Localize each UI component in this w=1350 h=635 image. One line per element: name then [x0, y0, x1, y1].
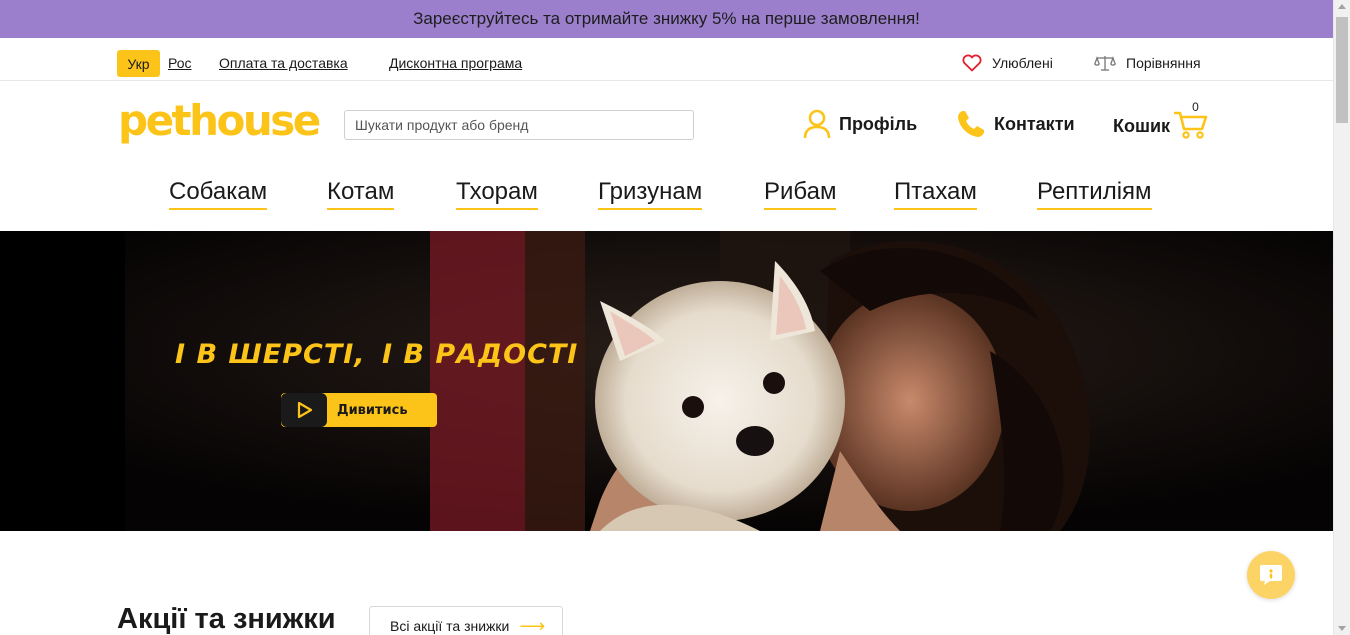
language-ukr-button[interactable]: Укр	[117, 50, 160, 77]
scroll-thumb[interactable]	[1336, 17, 1348, 123]
scroll-up-icon[interactable]	[1338, 4, 1346, 9]
pethouse-logo[interactable]: pethouse	[118, 100, 321, 142]
profile-link[interactable]: Профіль	[803, 109, 917, 139]
nav-item-ferrets[interactable]: Тхорам	[456, 178, 538, 211]
nav-item-cats[interactable]: Котам	[327, 178, 395, 211]
watch-video-button[interactable]: Дивитись	[281, 393, 437, 427]
play-icon	[281, 393, 327, 427]
cart-count-badge: 0	[1192, 100, 1199, 114]
hero-headline: І В ШЕРСТІ, І В РАДОСТІ	[175, 339, 578, 370]
hero-headline-part-2: І В РАДОСТІ	[381, 339, 579, 370]
heart-icon	[962, 54, 982, 72]
language-ros-link[interactable]: Рос	[168, 55, 192, 71]
compare-link[interactable]: Порівняння	[1094, 54, 1201, 72]
promos-section-title: Акції та знижки	[117, 603, 336, 635]
compare-label: Порівняння	[1126, 55, 1201, 71]
chat-button[interactable]	[1247, 551, 1295, 599]
phone-icon	[958, 111, 984, 137]
watch-video-label: Дивитись	[337, 402, 408, 418]
favorites-link[interactable]: Улюблені	[962, 54, 1053, 72]
hero-headline-part-1: І В ШЕРСТІ,	[175, 339, 366, 370]
contacts-link[interactable]: Контакти	[956, 109, 1075, 139]
cart-icon	[1173, 111, 1208, 139]
discount-program-link[interactable]: Дисконтна програма	[389, 55, 522, 71]
nav-item-rodents[interactable]: Гризунам	[598, 178, 703, 211]
promo-text: Зареєструйтесь та отримайте знижку 5% на…	[413, 9, 920, 28]
nav-item-dogs[interactable]: Собакам	[169, 178, 268, 211]
arrow-right-icon: ⟶	[519, 615, 546, 635]
search-input[interactable]	[344, 110, 694, 140]
scroll-down-icon[interactable]	[1338, 626, 1346, 631]
contacts-label: Контакти	[994, 113, 1075, 134]
delivery-link[interactable]: Оплата та доставка	[219, 55, 348, 71]
cart-icon-wrap: 0	[1173, 100, 1208, 144]
main-header: pethouse Профіль Контакти Кошик 0	[0, 81, 1333, 171]
chat-bubble-icon	[1260, 565, 1282, 585]
cart-link[interactable]: Кошик 0	[1113, 100, 1208, 144]
top-bar: Укр Рос Оплата та доставка Дисконтна про…	[0, 38, 1333, 81]
promo-banner[interactable]: Зареєструйтесь та отримайте знижку 5% на…	[0, 0, 1333, 38]
hero-banner[interactable]: І В ШЕРСТІ, І В РАДОСТІ Дивитись	[0, 231, 1333, 531]
category-nav: Собакам Котам Тхорам Гризунам Рибам Птах…	[0, 171, 1333, 231]
profile-label: Профіль	[839, 113, 918, 134]
nav-item-birds[interactable]: Птахам	[894, 178, 977, 211]
hero-photo	[0, 231, 1333, 531]
user-icon	[803, 109, 831, 139]
scales-icon	[1094, 56, 1116, 71]
nav-item-reptiles[interactable]: Рептиліям	[1037, 178, 1152, 211]
all-promos-label: Всі акції та знижки	[390, 618, 510, 634]
favorites-label: Улюблені	[992, 55, 1053, 71]
nav-item-fish[interactable]: Рибам	[764, 178, 837, 211]
page-scrollbar[interactable]	[1333, 0, 1350, 635]
cart-label: Кошик	[1113, 116, 1171, 136]
all-promos-button[interactable]: Всі акції та знижки ⟶	[369, 606, 563, 635]
